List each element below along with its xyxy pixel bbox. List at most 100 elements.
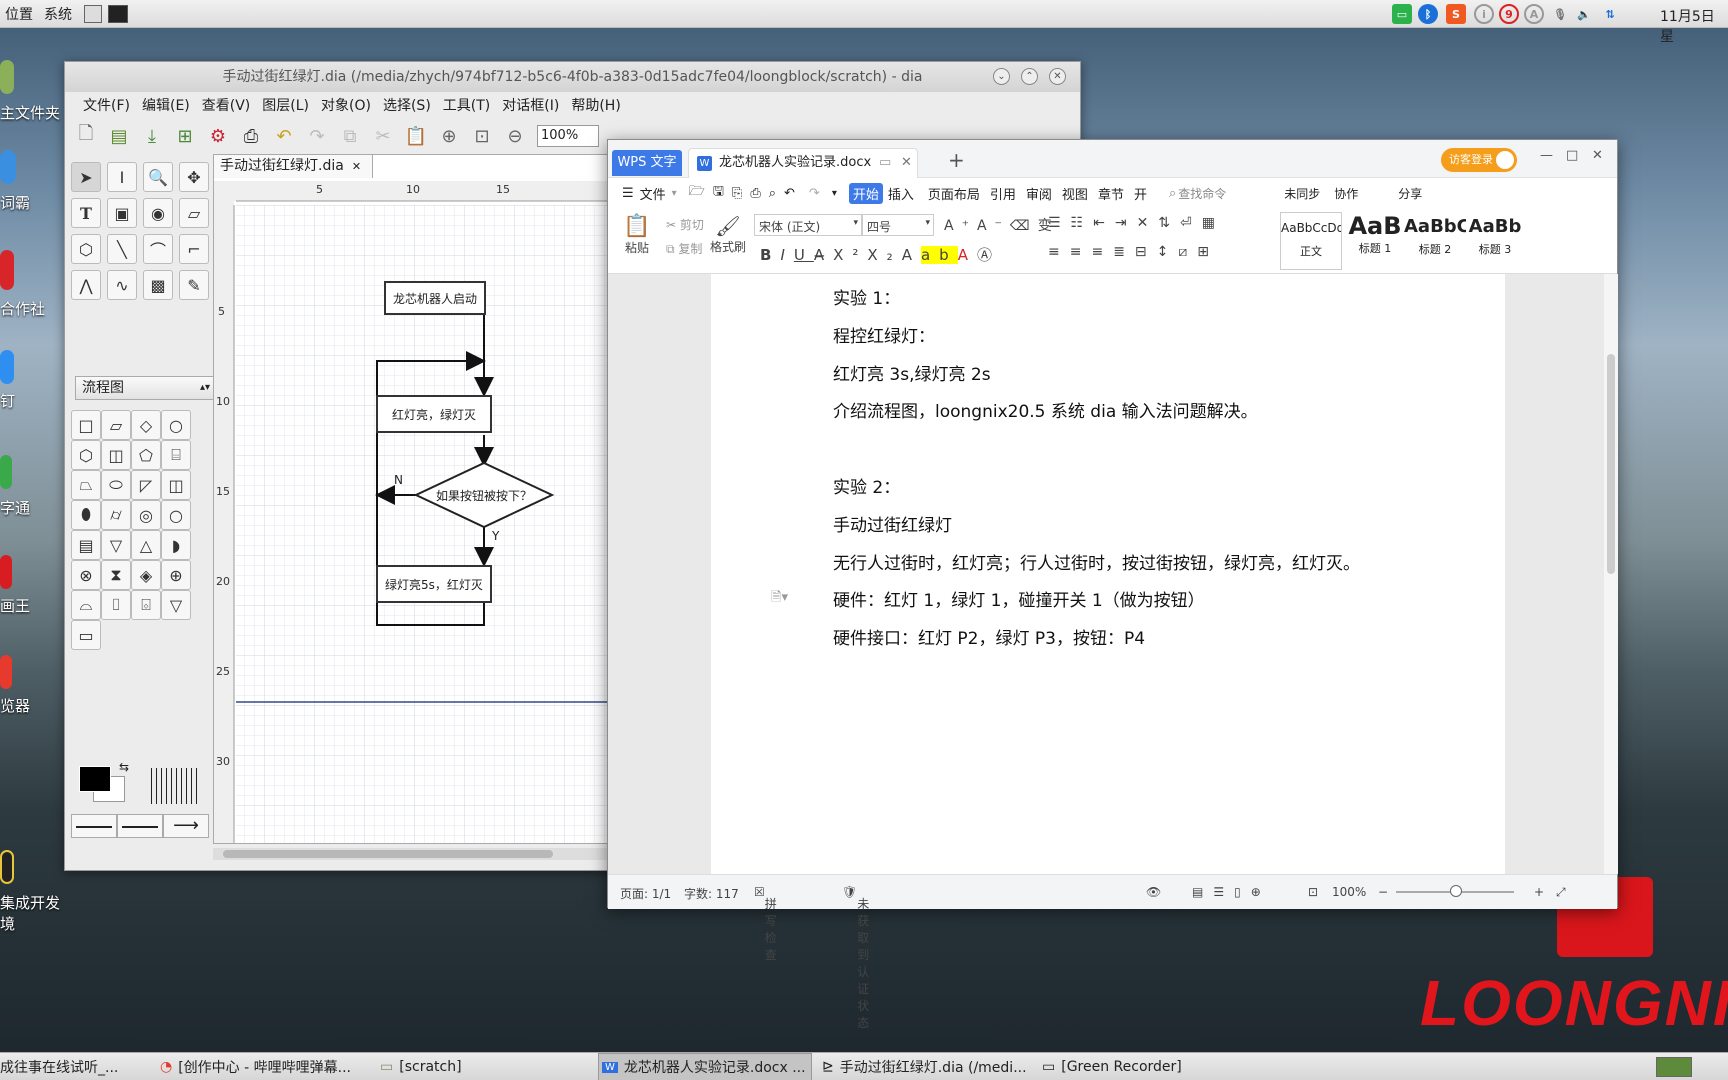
wps-titlebar[interactable]: WPS 文字 W 龙芯机器人实验记录.docx ▭ ✕ + 访客登录 — □ ✕ [608,140,1617,178]
word-count[interactable]: 字数: 117 [684,885,739,902]
network-icon[interactable]: ⇅ [1600,4,1620,24]
save-icon[interactable]: 🖫 [713,182,724,204]
search-command[interactable]: 查找命令 [1178,185,1226,202]
visitor-login-button[interactable]: 访客登录 [1441,148,1517,172]
tab-references[interactable]: 引用 [990,184,1016,203]
offline-storage-shape[interactable]: ▽ [161,590,191,620]
zigzag-tool[interactable]: ⌐ [179,234,209,264]
zoom-out-icon[interactable]: ⊖ [504,125,526,147]
zoom-in-icon[interactable]: + [1534,885,1544,899]
calculator-icon[interactable] [84,4,102,23]
redo-icon[interactable]: ↷ [809,186,820,201]
text-style-icons[interactable]: BIUA̶X²X₂AabAⒶ [760,244,1001,265]
paragraph[interactable]: 手动过街红绿灯 [833,511,952,536]
spell-check[interactable]: ☒ 拼写检查 [754,885,777,962]
image-tool[interactable]: ▩ [143,270,173,300]
open-icon[interactable]: 🗁 [689,182,705,204]
line-width-icon[interactable] [151,768,197,804]
taskbar-item-bilibili[interactable]: ◔ [创作中心 - 哔哩哔哩弹幕... [160,1053,370,1080]
polyline-tool[interactable]: ⋀ [71,270,101,300]
font-format-icons[interactable]: A⁺A⁻⌫变 [944,215,1060,235]
preparation-shape[interactable]: ⬡ [71,440,101,470]
zoom-in-icon[interactable]: ⊕ [438,125,460,147]
document-shape[interactable]: ⌸ [161,440,191,470]
style-normal[interactable]: AaBbCcDd 正文 [1280,212,1342,270]
menu-file[interactable]: 文件 [640,184,666,203]
auth-status[interactable]: 🛡 未获取到认证状态 [842,885,869,1030]
font-size-select[interactable]: 四号 ▾ [862,214,934,236]
bezier-tool[interactable]: ∿ [107,270,137,300]
print-preview-icon[interactable]: ⌕ [769,186,776,201]
scroll-tool[interactable]: ✥ [179,162,209,192]
align-icons[interactable]: ≡≡≡≣⊟↕⧄⊞ [1048,244,1219,260]
open-icon[interactable]: ▤ [108,125,130,147]
cut-button[interactable]: ✂ 剪切 [666,216,704,233]
storage-shape[interactable]: ◫ [101,440,131,470]
paragraph[interactable]: 实验 1： [833,284,900,309]
paragraph[interactable]: 介绍流程图，loongnix20.5 系统 dia 输入法问题解决。 [833,397,1258,422]
document-area[interactable]: 实验 1： 程控红绿灯： 红灯亮 3s,绿灯亮 2s 介绍流程图，loongni… [608,274,1618,874]
menu-help[interactable]: 帮助(H) [565,95,626,115]
tab-layout[interactable]: 页面布局 [928,184,980,203]
line-tool[interactable]: ╲ [107,234,137,264]
offpage-shape[interactable]: ⬠ [131,440,161,470]
menu-file[interactable]: 文件(F) [77,95,136,115]
diagram-tab[interactable]: 手动过街红绿灯.dia ✕ [213,154,373,178]
paste-icon[interactable]: 📋 [405,125,427,147]
menu-layer[interactable]: 图层(L) [256,95,315,115]
line-style-start[interactable] [71,814,117,838]
flow-start-box[interactable]: 龙芯机器人启动 [384,281,486,315]
paragraph[interactable]: 硬件接口：红灯 P2，绿灯 P3，按钮：P4 [833,624,1145,649]
desktop-icon-ciba[interactable]: 词霸 [0,150,30,213]
taskbar-item-dia[interactable]: ⊵ 手动过街红绿灯.dia (/medi... [822,1053,1032,1080]
maximize-button[interactable]: ⌃ [1021,68,1038,85]
page-count[interactable]: 页面: 1/1 [620,885,671,902]
tab-home[interactable]: 开始 [848,182,883,204]
input-shape[interactable]: ▱ [101,410,131,440]
taskbar-item-scratch[interactable]: ▭ [scratch] [380,1053,580,1080]
summing-shape[interactable]: ⊗ [71,560,101,590]
undo-icon[interactable]: ↶ [273,125,295,147]
paragraph[interactable]: 无行人过街时，红灯亮；行人过街时，按过街按钮，绿灯亮，红灯灭。 [833,549,1360,574]
font-family-select[interactable]: 宋体 (正文) ▾ [754,214,862,236]
pin-icon[interactable]: ▭ [879,149,891,177]
redo-icon[interactable]: ↷ [306,125,328,147]
fg-color-swatch[interactable] [79,766,111,792]
tab-more[interactable]: 开 [1134,184,1147,203]
close-tab-icon[interactable]: ✕ [901,149,912,177]
minimize-button[interactable]: — [1540,148,1553,163]
s-icon[interactable]: S [1446,4,1466,24]
beziergon-tool[interactable]: ⬡ [71,234,101,264]
close-button[interactable]: ✕ [1592,148,1603,163]
desktop-icon-home[interactable]: 主文件夹 [0,60,60,123]
9-icon[interactable]: 9 [1499,4,1519,24]
magnify-tool[interactable]: 🔍 [143,162,173,192]
tab-review[interactable]: 审阅 [1026,184,1052,203]
view-mode-icons[interactable]: ▤☰▯⊕ [1192,885,1271,899]
desktop-icon-browser[interactable]: 览器 [0,655,30,716]
delay-shape[interactable]: ◗ [161,530,191,560]
mic-icon[interactable]: 🎙 [1550,4,1570,24]
desktop-icon-coop[interactable]: 合作社 [0,250,45,319]
document-page[interactable]: 实验 1： 程控红绿灯： 红灯亮 3s,绿灯亮 2s 介绍流程图，loongni… [711,274,1505,874]
print-icon[interactable]: ⎙ [750,186,760,201]
eye-icon[interactable]: 👁 [1146,885,1161,899]
tab-chapter[interactable]: 章节 [1098,184,1124,203]
maximize-button[interactable]: □ [1566,148,1578,163]
menu-dialogs[interactable]: 对话框(I) [496,95,565,115]
swap-colors-icon[interactable]: ⇆ [119,760,129,774]
zoom-level[interactable]: 100% [1332,885,1366,899]
camera-icon[interactable]: ▭ [1392,4,1412,24]
fullscreen-icon[interactable]: ⤢ [1556,885,1566,900]
display-shape[interactable]: ⬭ [101,470,131,500]
arrow-end-icon[interactable]: ⟶ [163,814,209,838]
close-button[interactable]: ✕ [1049,68,1066,85]
copy-button[interactable]: ⧉ 复制 [666,240,702,257]
volume-icon[interactable]: 🔈 [1574,4,1594,24]
zoom-out-icon[interactable]: − [1378,885,1388,899]
flow-step2-box[interactable]: 绿灯亮5s，红灯灭 [376,565,492,603]
diagram-canvas[interactable]: 5 10 15 5 10 15 20 25 30 龙芯机器人启动 红灯亮，绿灯灭… [213,154,668,844]
new-file-icon[interactable]: 🗋 [75,123,97,147]
sync-status[interactable]: 未同步 [1284,185,1320,202]
dia-titlebar[interactable]: 手动过街红绿灯.dia (/media/zhych/974bf712-b5c6-… [65,62,1080,92]
